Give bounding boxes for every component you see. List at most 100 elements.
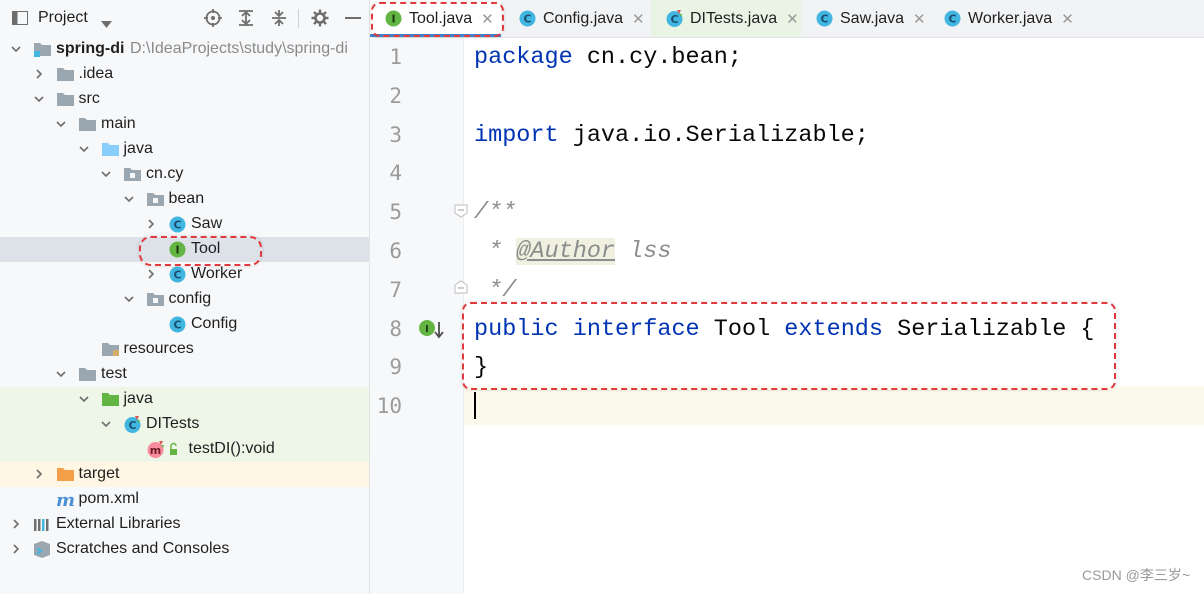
tree-item-label: test <box>101 365 127 382</box>
tree-item-label: cn.cy <box>146 165 184 182</box>
tree-item[interactable]: target <box>0 462 369 487</box>
chevron-down-icon[interactable] <box>78 143 90 155</box>
line-number: 6 <box>389 239 402 263</box>
line-number: 8 <box>389 316 402 341</box>
tree-item[interactable]: C Saw <box>0 212 369 237</box>
class-icon: C <box>518 9 537 28</box>
editor-tab-label: Config.java <box>543 9 624 27</box>
chevron-down-icon[interactable] <box>78 393 90 405</box>
collapse-all-icon[interactable] <box>270 9 288 27</box>
watermark: CSDN @李三岁~ <box>1082 567 1190 583</box>
chevron-right-icon[interactable] <box>145 218 157 230</box>
svg-text:C: C <box>173 219 181 232</box>
chevron-right-icon[interactable] <box>10 543 22 555</box>
chevron-down-icon[interactable] <box>123 293 135 305</box>
tree-item[interactable]: main <box>0 112 369 137</box>
tree-item[interactable]: bean <box>0 187 369 212</box>
editor-tab[interactable]: C DITests.java ✕ <box>651 0 801 37</box>
code-comment: /** <box>474 199 517 227</box>
code-text: java.io.Serializable; <box>558 121 869 149</box>
line-number: 2 <box>389 83 402 108</box>
line-number: 3 <box>389 122 402 147</box>
chevron-down-icon[interactable] <box>33 93 45 105</box>
minimize-icon[interactable] <box>344 9 362 27</box>
gear-icon[interactable] <box>311 9 329 27</box>
chevron-right-icon[interactable] <box>33 68 45 80</box>
close-icon[interactable]: ✕ <box>632 10 645 28</box>
package-icon <box>146 190 165 209</box>
tree-item[interactable]: m pom.xml <box>0 487 369 512</box>
editor-tab-label: Worker.java <box>968 9 1053 27</box>
tree-item[interactable]: C Config <box>0 312 369 337</box>
line-number: 9 <box>389 355 402 380</box>
chevron-down-icon[interactable] <box>55 118 67 130</box>
chevron-right-icon[interactable] <box>145 268 157 280</box>
source-folder-icon <box>101 140 120 159</box>
tree-item-label: config <box>168 290 212 307</box>
tree-item-label: bean <box>168 190 205 207</box>
chevron-down-icon[interactable] <box>123 193 135 205</box>
class-icon: C <box>168 215 187 234</box>
code-line: import java.io.Serializable; <box>474 116 869 155</box>
code-line: /** <box>474 193 516 232</box>
folder-icon <box>78 115 97 134</box>
close-icon[interactable]: ✕ <box>913 10 926 28</box>
chevron-right-icon[interactable] <box>10 518 22 530</box>
test-class-icon: C <box>123 415 142 434</box>
test-class-icon: C <box>665 9 684 28</box>
tree-item[interactable]: resources <box>0 337 369 362</box>
svg-text:C: C <box>173 319 181 332</box>
tree-item-label: Scratches and Consoles <box>56 540 230 557</box>
highlight-box-code <box>462 302 1116 390</box>
chevron-down-icon[interactable] <box>100 418 112 430</box>
implemented-interface-icon[interactable]: I <box>418 318 446 347</box>
text-caret <box>474 392 476 419</box>
close-icon[interactable]: ✕ <box>1061 10 1074 28</box>
tree-item[interactable]: config <box>0 287 369 312</box>
editor-tab[interactable]: C Saw.java ✕ <box>801 0 926 37</box>
tree-item[interactable]: .idea <box>0 62 369 87</box>
tree-item-label: main <box>101 115 136 132</box>
tree-item-label: java <box>123 140 153 157</box>
close-icon[interactable]: ✕ <box>786 10 799 28</box>
code-keyword: import <box>474 121 559 149</box>
code-comment: */ <box>474 276 517 304</box>
tree-item-label: Worker <box>191 265 243 282</box>
editor-tab[interactable]: C Config.java ✕ <box>504 0 648 37</box>
code-comment: lss <box>615 238 672 265</box>
editor-tab[interactable]: C Worker.java ✕ <box>929 0 1074 37</box>
tree-item[interactable]: test <box>0 362 369 387</box>
expand-all-icon[interactable] <box>237 9 255 27</box>
tree-item[interactable]: spring-di D:\IdeaProjects\study\spring-di <box>0 37 369 62</box>
chevron-right-icon[interactable] <box>33 468 45 480</box>
chevron-down-icon[interactable] <box>55 368 67 380</box>
chevron-down-icon[interactable] <box>101 15 112 33</box>
tree-item[interactable]: Scratches and Consoles <box>0 537 369 562</box>
tree-item[interactable]: java <box>0 137 369 162</box>
tree-item[interactable]: External Libraries <box>0 512 369 537</box>
tree-item-label: Config <box>191 315 238 332</box>
tree-item[interactable]: C DITests <box>0 412 369 437</box>
project-panel: Project spring-di D:\IdeaProjects\study\s… <box>0 0 370 594</box>
tree-item[interactable]: cn.cy <box>0 162 369 187</box>
project-view-title[interactable]: Project <box>38 9 88 27</box>
tree-item-label: testDI():void <box>188 440 275 457</box>
line-number: 10 <box>376 394 402 419</box>
chevron-down-icon[interactable] <box>100 168 112 180</box>
module-folder-icon <box>33 40 52 59</box>
tree-item[interactable]: java <box>0 387 369 412</box>
project-view-icon <box>12 11 28 25</box>
scratches-icon <box>33 540 52 559</box>
tree-item[interactable]: src <box>0 87 369 112</box>
locate-icon[interactable] <box>204 9 222 27</box>
chevron-down-icon[interactable] <box>10 43 22 55</box>
class-icon: C <box>168 315 187 334</box>
tree-item-label: .idea <box>78 65 114 82</box>
tree-item[interactable]: m testDI():void <box>0 437 369 462</box>
code-line: package cn.cy.bean; <box>474 38 742 77</box>
maven-icon: m <box>56 490 75 511</box>
tree-item-label: pom.xml <box>78 490 139 507</box>
line-number: 4 <box>389 161 402 186</box>
tree-item-label: spring-di <box>56 40 125 57</box>
editor-tab-label: Saw.java <box>840 9 905 27</box>
